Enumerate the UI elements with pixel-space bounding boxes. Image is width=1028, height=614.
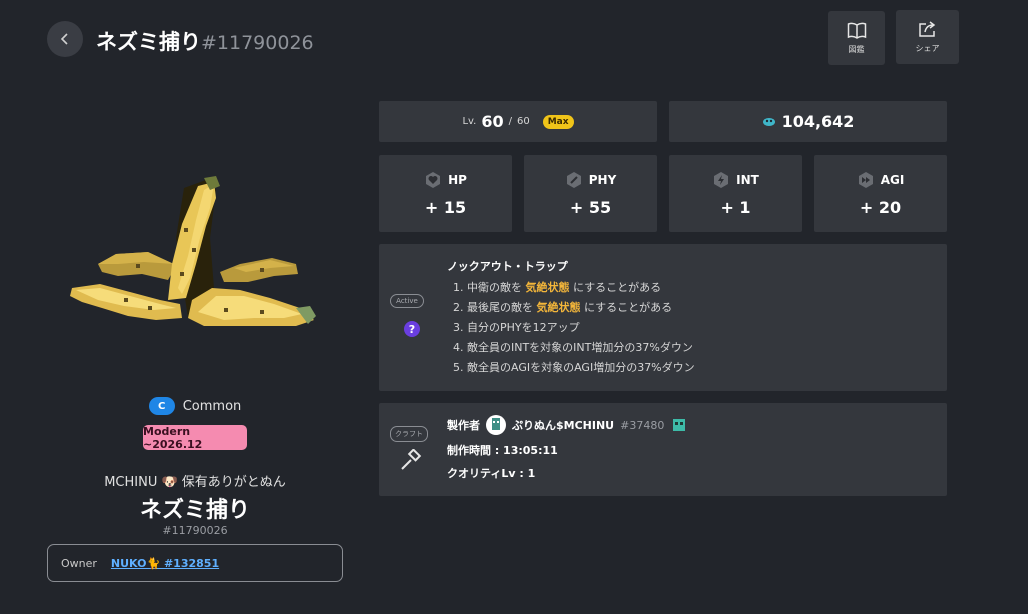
stat-hp-label: HP <box>448 172 467 187</box>
level-separator: / <box>508 116 512 127</box>
page-title: ネズミ捕り #11790026 <box>96 26 314 56</box>
currency-value: 104,642 <box>781 112 855 131</box>
craft-panel: クラフト 製作者 ぷりぬん$MCHINU #37480 制作時間 : 13:05… <box>379 403 947 496</box>
skill-title: ノックアウト・トラップ <box>447 260 568 273</box>
stat-agi-label: AGI <box>880 172 905 187</box>
stat-agi: AGI + 20 <box>814 155 947 232</box>
skill-effect-highlight: 気絶状態 <box>536 301 581 314</box>
owner-box: Owner NUKO🐈 #132851 <box>47 544 343 582</box>
skill-effect-text: にすることがある <box>580 301 673 314</box>
skill-effect-text: 5. 敵全員のAGIを対象のAGI増加分の37%ダウン <box>453 361 695 374</box>
lightning-icon <box>714 171 729 188</box>
craft-quality: クオリティLv : 1 <box>447 467 536 480</box>
item-image-banana-peel <box>70 176 316 326</box>
rarity-label: Common <box>182 398 242 414</box>
season-badge: Modern ~2026.12 <box>143 425 247 451</box>
stat-phy-label: PHY <box>588 172 617 187</box>
coin-icon <box>762 117 775 126</box>
hammer-icon <box>401 449 422 470</box>
skill-effect-item: 5. 敵全員のAGIを対象のAGI増加分の37%ダウン <box>453 360 695 380</box>
max-badge: Max <box>542 114 574 129</box>
question-icon: ? <box>404 321 420 337</box>
skill-effect-highlight: 気絶状態 <box>525 281 570 294</box>
title-item-name: ネズミ捕り <box>96 30 201 54</box>
back-button[interactable] <box>47 21 83 57</box>
stat-int-value: + 1 <box>720 197 751 217</box>
skill-effect-item: 3. 自分のPHYを12アップ <box>453 320 695 340</box>
stat-int-label: INT <box>736 172 759 187</box>
stat-hp-value: + 15 <box>424 197 467 217</box>
skill-tag: Active <box>390 294 424 308</box>
level-prefix: Lv. <box>462 116 477 127</box>
heart-icon <box>426 171 441 188</box>
skill-effects-list: 1. 中衛の敵を 気絶状態 にすることがある 2. 最後尾の敵を 気絶状態 にす… <box>453 280 695 380</box>
fast-forward-icon <box>858 171 873 188</box>
skill-effect-text: 2. 最後尾の敵を <box>453 301 537 314</box>
book-icon <box>847 22 866 39</box>
share-icon <box>918 21 935 37</box>
svg-text:?: ? <box>409 323 415 336</box>
skill-effect-text: 3. 自分のPHYを12アップ <box>453 321 580 334</box>
book-button-label: 図鑑 <box>848 44 865 54</box>
rarity-row: C Common <box>0 397 390 415</box>
level-max: 60 <box>516 116 530 127</box>
rarity-badge: C <box>148 397 175 415</box>
chevron-left-icon <box>60 33 68 45</box>
stat-agi-value: + 20 <box>859 197 902 217</box>
skill-effect-item: 2. 最後尾の敵を 気絶状態 にすることがある <box>453 300 695 320</box>
item-id: #11790026 <box>162 524 228 537</box>
craft-time: 制作時間 : 13:05:11 <box>447 444 558 457</box>
skill-panel: Active ? ノックアウト・トラップ 1. 中衛の敵を 気絶状態 にすること… <box>379 244 947 391</box>
skill-effect-text: 1. 中衛の敵を <box>453 281 526 294</box>
maker-avatar <box>486 415 506 435</box>
share-button-label: シェア <box>915 44 940 53</box>
share-button[interactable]: シェア <box>896 10 959 64</box>
level-current: 60 <box>481 112 504 131</box>
maker-name[interactable]: ぷりぬん$MCHINU <box>512 417 614 433</box>
item-note: MCHINU 🐶 保有ありがとぬん <box>104 475 286 490</box>
stat-int: INT + 1 <box>669 155 802 232</box>
skill-effect-text: にすることがある <box>569 281 662 294</box>
skill-effect-item: 4. 敵全員のINTを対象のINT増加分の37%ダウン <box>453 340 695 360</box>
skill-effect-text: 4. 敵全員のINTを対象のINT増加分の37%ダウン <box>453 341 693 354</box>
book-button[interactable]: 図鑑 <box>828 11 885 65</box>
owner-link[interactable]: NUKO🐈 #132851 <box>111 557 219 570</box>
maker-row: 製作者 ぷりぬん$MCHINU #37480 <box>447 415 688 435</box>
item-name: ネズミ捕り <box>139 498 250 523</box>
title-item-id: #11790026 <box>201 32 314 54</box>
maker-id: #37480 <box>620 418 665 432</box>
skill-effect-item: 1. 中衛の敵を 気絶状態 にすることがある <box>453 280 695 300</box>
level-panel: Lv. 60 / 60 Max <box>379 101 657 142</box>
currency-panel: 104,642 <box>669 101 947 142</box>
maker-label: 製作者 <box>447 419 480 432</box>
stat-hp: HP + 15 <box>379 155 512 232</box>
stat-phy-value: + 55 <box>569 197 612 217</box>
stat-phy: PHY + 55 <box>524 155 657 232</box>
creature-icon <box>673 419 686 431</box>
sword-icon <box>566 171 581 188</box>
craft-tag: クラフト <box>390 426 428 442</box>
owner-label: Owner <box>61 556 97 570</box>
